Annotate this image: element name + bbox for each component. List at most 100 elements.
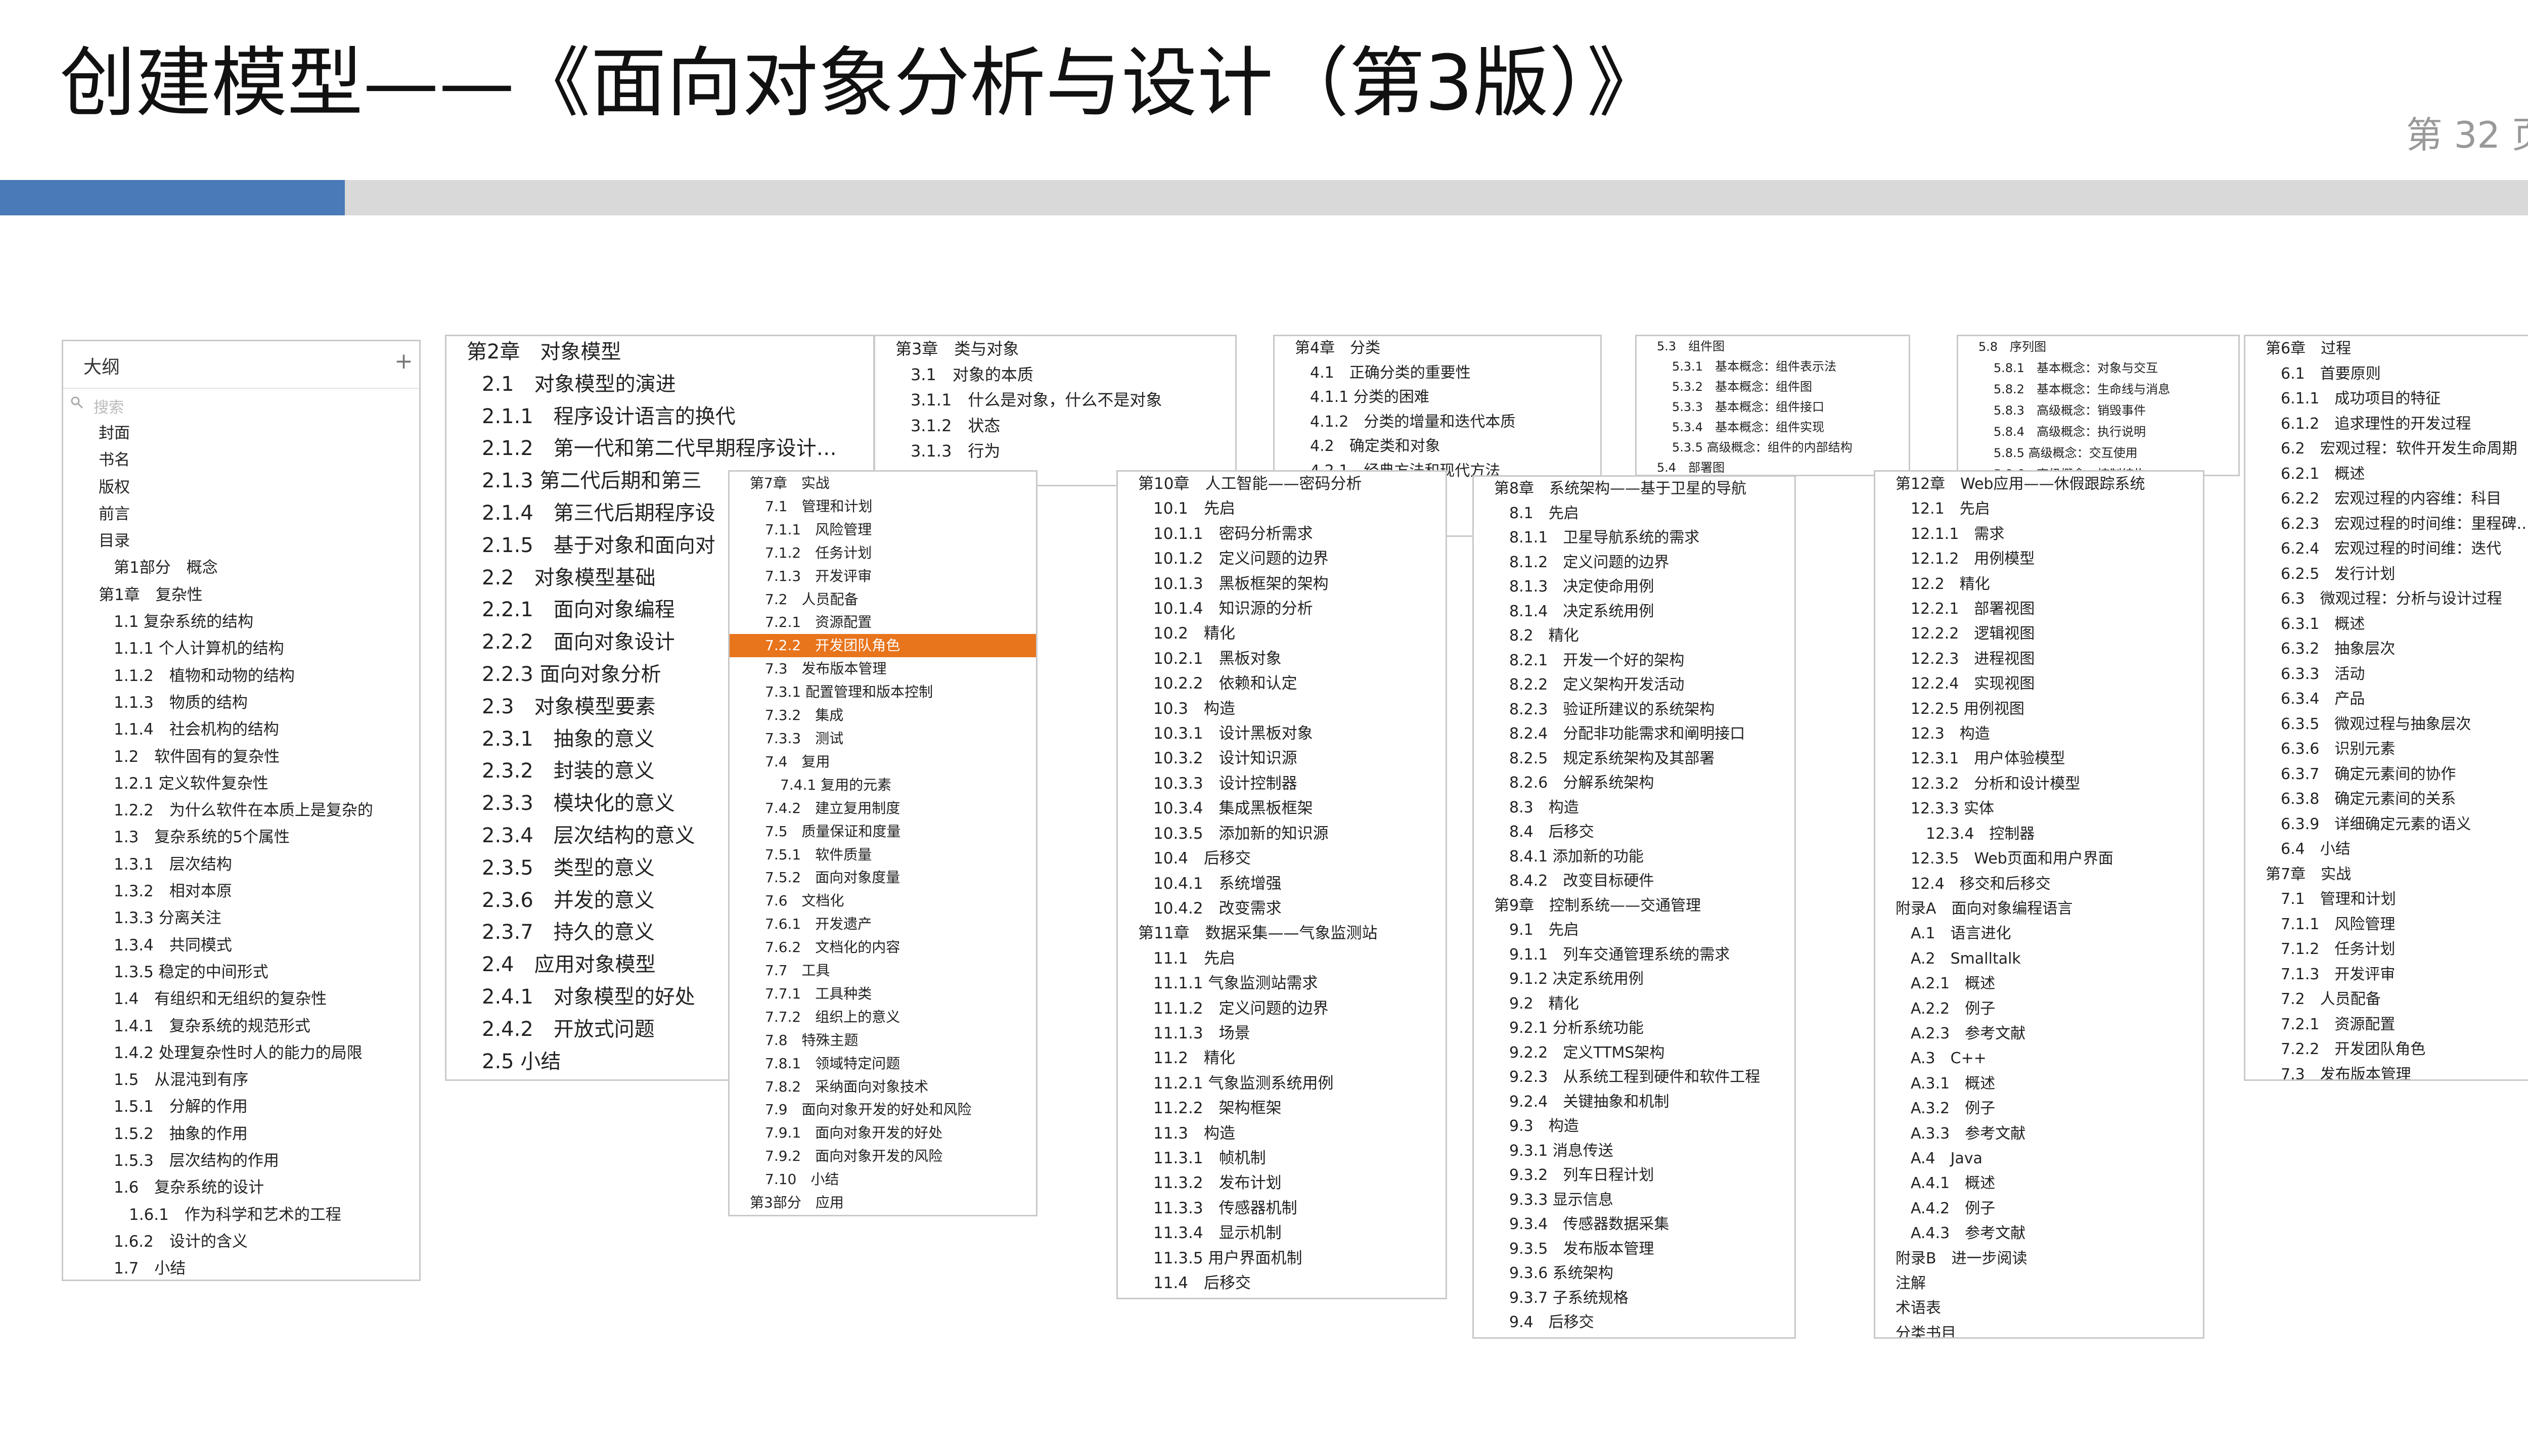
toc-entry: 10.2.1 黑板对象: [1153, 649, 1282, 668]
outline-item[interactable]: 1.4.2 处理复杂性时人的能力的局限: [63, 1040, 419, 1067]
toc-entry: 7.2.1 资源配置: [2281, 1015, 2396, 1033]
toc-entry: 7.1.3 开发评审: [765, 567, 872, 584]
toc-entry: 9.3.6 系统架构: [1509, 1264, 1613, 1282]
toc-entry: 9.3.3 显示信息: [1509, 1191, 1613, 1209]
toc-entry: 6.2 宏观过程：软件开发生命周期: [2281, 440, 2517, 458]
toc-entry: 5.8 序列图: [1978, 340, 2047, 354]
outline-item[interactable]: 1.1.2 植物和动物的结构: [63, 663, 419, 690]
toc-entry: 7.3 发布版本管理: [765, 660, 887, 677]
toc-entry: 10.2 精化: [1153, 624, 1236, 643]
toc-entry: 8.2.6 分解系统架构: [1509, 774, 1654, 792]
toc-entry: 附录A 面向对象编程语言: [1895, 899, 2073, 918]
toc-entry: 第7章 实战: [2266, 865, 2352, 883]
toc-entry: 5.8.4 高级概念：执行说明: [1994, 425, 2146, 439]
search-placeholder: 搜索: [94, 399, 124, 417]
toc-entry: 2.1.1 程序设计语言的换代: [482, 404, 736, 428]
toc-entry: A.3.3 参考文献: [1911, 1124, 2026, 1143]
toc-entry: 9.2.2 定义TTMS架构: [1509, 1043, 1665, 1062]
toc-entry: 7.4.2 建立复用制度: [765, 799, 900, 816]
toc-entry: 7.1.1 风险管理: [765, 521, 872, 538]
toc-entry: 4.1 正确分类的重要性: [1310, 363, 1471, 382]
toc-entry: 12.3 构造: [1911, 725, 1990, 743]
outline-item[interactable]: 1.3 复杂系统的5个属性: [63, 824, 419, 851]
toc-entry: 11.2 精化: [1153, 1049, 1236, 1068]
toc-screenshot-chapter-3: 第3章 类与对象 3.1 对象的本质 3.1.1 什么是对象，什么不是对象 3.1.2…: [874, 335, 1237, 486]
toc-entry: 11.1.2 定义问题的边界: [1153, 999, 1329, 1018]
toc-entry: 11.2.1 气象监测系统用例: [1153, 1074, 1334, 1093]
toc-entry: 9.1.1 列车交通管理系统的需求: [1509, 945, 1730, 964]
toc-entry: 7.5.2 面向对象度量: [765, 869, 900, 886]
outline-item[interactable]: 书名: [63, 447, 419, 474]
outline-item[interactable]: 1.3.2 相对本原: [63, 878, 419, 905]
toc-entry: 7.8.2 采纳面向对象技术: [765, 1078, 929, 1095]
outline-item[interactable]: 封面: [63, 420, 419, 447]
toc-entry: 12.3.1 用户体验模型: [1911, 750, 2065, 768]
outline-item[interactable]: 1.1.4 社会机构的结构: [63, 716, 419, 743]
outline-item[interactable]: 1.1.1 个人计算机的结构: [63, 635, 419, 662]
toc-entry: 术语表: [1895, 1299, 1941, 1317]
outline-item[interactable]: 1.5.2 抽象的作用: [63, 1121, 419, 1148]
toc-entry: 6.3.7 确定元素间的协作: [2281, 765, 2456, 783]
outline-item[interactable]: 1.3.5 稳定的中间形式: [63, 959, 419, 986]
add-icon[interactable]: +: [394, 348, 413, 374]
toc-entry: 3.1.2 状态: [911, 416, 1001, 435]
outline-search-field[interactable]: 搜索: [70, 395, 412, 417]
outline-item[interactable]: 1.5.3 层次结构的作用: [63, 1148, 419, 1174]
toc-entry: 11.1.3 场景: [1153, 1024, 1250, 1042]
toc-entry: 6.1.2 追求理性的开发过程: [2281, 415, 2471, 433]
toc-screenshot-chapter-5-components: 5.3 组件图 5.3.1 基本概念：组件表示法 5.3.2 基本概念：组件图 5.3…: [1635, 335, 1910, 476]
toc-entry: 3.1.1 什么是对象，什么不是对象: [911, 390, 1162, 410]
outline-item[interactable]: 1.2.1 定义软件复杂性: [63, 770, 419, 797]
toc-entry: 11.3.1 帧机制: [1153, 1149, 1266, 1167]
toc-entry: 10.4.1 系统增强: [1153, 874, 1282, 893]
outline-item[interactable]: 1.5 从混沌到有序: [63, 1067, 419, 1094]
toc-entry: 8.4.2 改变目标硬件: [1509, 872, 1654, 890]
toc-entry: 6.3 微观过程：分析与设计过程: [2281, 590, 2502, 608]
outline-item[interactable]: 1.7 小结: [63, 1255, 419, 1280]
outline-item[interactable]: 1.6 复杂系统的设计: [63, 1174, 419, 1201]
search-icon: [71, 396, 83, 409]
toc-screenshot-chapter-8: 第8章 系统架构——基于卫星的导航 8.1 先启 8.1.1 卫星导航系统的需求 8.…: [1472, 475, 1796, 1339]
page-number-label: 第 32 页: [2406, 114, 2528, 156]
outline-item[interactable]: 1.3.1 层次结构: [63, 851, 419, 878]
outline-item[interactable]: 1.6.1 作为科学和艺术的工程: [63, 1202, 419, 1228]
outline-item[interactable]: 1.5.1 分解的作用: [63, 1094, 419, 1120]
outline-item[interactable]: 1.1.3 物质的结构: [63, 690, 419, 716]
outline-item[interactable]: 1.6.2 设计的含义: [63, 1228, 419, 1255]
toc-entry: 7.10 小结: [765, 1171, 839, 1188]
outline-item[interactable]: 前言: [63, 501, 419, 528]
toc-entry: 7.7.2 组织上的意义: [765, 1008, 900, 1025]
toc-entry: 7.3 发布版本管理: [2281, 1065, 2411, 1081]
toc-entry: 4.1.1 分类的困难: [1310, 388, 1429, 406]
toc-entry: 2.1 对象模型的演进: [482, 372, 676, 396]
toc-entry: 12.2.5 用例视图: [1911, 700, 2024, 718]
outline-item[interactable]: 1.2 软件固有的复杂性: [63, 744, 419, 770]
toc-entry: 6.3.3 活动: [2281, 665, 2365, 683]
toc-entry: 7.2.2 开发团队角色: [2281, 1040, 2426, 1058]
toc-entry: 9.2 精化: [1509, 994, 1579, 1013]
toc-entry: 8.1.1 卫星导航系统的需求: [1509, 529, 1700, 547]
toc-entry: 6.3.5 微观过程与抽象层次: [2281, 715, 2471, 733]
toc-entry: 7.1 管理和计划: [2281, 890, 2396, 908]
outline-item[interactable]: 1.4.1 复杂系统的规范形式: [63, 1013, 419, 1040]
outline-item[interactable]: 第1章 复杂性: [63, 582, 419, 609]
outline-item[interactable]: 1.3.3 分离关注: [63, 905, 419, 932]
outline-item[interactable]: 目录: [63, 528, 419, 555]
outline-item[interactable]: 1.1 复杂系统的结构: [63, 609, 419, 635]
toc-entry: 9.3 构造: [1509, 1117, 1579, 1135]
toc-entry: 9.4 后移交: [1509, 1313, 1594, 1331]
toc-entry: 6.2.1 概述: [2281, 465, 2365, 483]
toc-entry: 12.2.3 进程视图: [1911, 650, 2035, 668]
toc-entry: 第2章 对象模型: [467, 340, 621, 363]
toc-entry: 3.1.3 行为: [911, 441, 1001, 461]
toc-entry: 12.2 精化: [1911, 575, 1990, 593]
outline-item[interactable]: 第1部分 概念: [63, 555, 419, 581]
header-accent-bar: [0, 180, 345, 215]
outline-item[interactable]: 1.2.2 为什么软件在本质上是复杂的: [63, 797, 419, 824]
outline-item[interactable]: 版权: [63, 474, 419, 501]
toc-entry: 9.3.5 发布版本管理: [1509, 1240, 1654, 1258]
toc-entry: 9.2.4 关键抽象和机制: [1509, 1093, 1669, 1111]
toc-entry: 第10章 人工智能——密码分析: [1138, 475, 1362, 493]
outline-item[interactable]: 1.4 有组织和无组织的复杂性: [63, 986, 419, 1013]
outline-item[interactable]: 1.3.4 共同模式: [63, 932, 419, 959]
